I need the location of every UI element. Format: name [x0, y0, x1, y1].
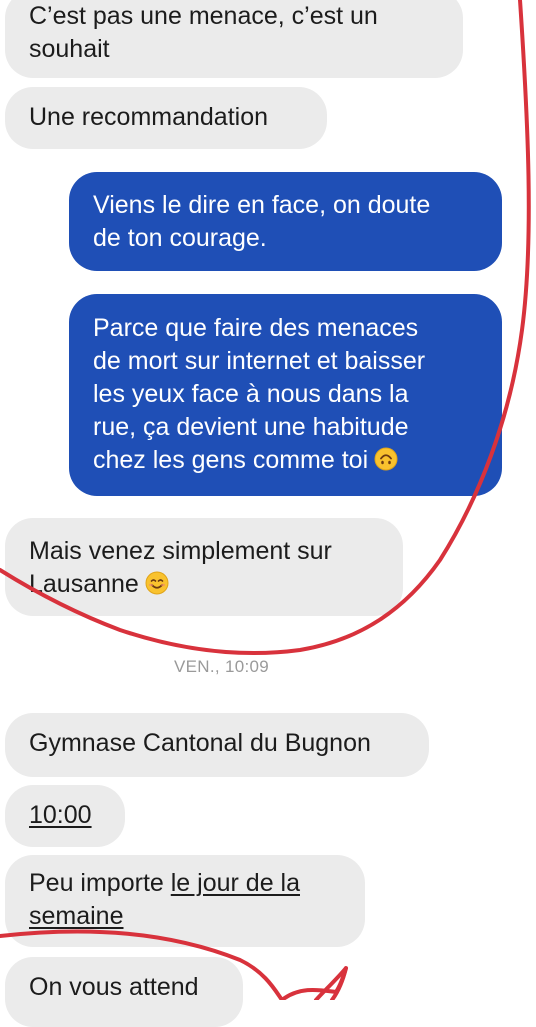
- message-text-line: Viens le dire en face, on doute: [93, 191, 431, 219]
- outgoing-message-bubble[interactable]: Viens le dire en face, on doute de ton c…: [69, 172, 502, 271]
- message-text-line: On vous attend: [29, 973, 199, 1001]
- message-text-line: Mais venez simplement sur: [29, 537, 332, 565]
- incoming-message-bubble[interactable]: Gymnase Cantonal du Bugnon: [5, 713, 429, 777]
- upside-down-face-icon: [374, 447, 398, 480]
- smiling-face-icon: [145, 571, 169, 604]
- message-text-line: Lausanne: [29, 568, 379, 604]
- incoming-message-bubble[interactable]: Peu importe le jour de la semaine: [5, 855, 365, 947]
- message-text-line: de mort sur internet et baisser: [93, 347, 426, 375]
- message-text-line: souhait: [29, 35, 110, 63]
- message-text-line: Peu importe le jour de la: [29, 867, 341, 900]
- message-text-line: chez les gens comme toi: [93, 444, 478, 480]
- incoming-message-bubble[interactable]: On vous attend: [5, 957, 243, 1027]
- message-text-line: les yeux face à nous dans la: [93, 380, 409, 408]
- message-link-text[interactable]: semaine: [29, 902, 124, 930]
- message-text-line: Une recommandation: [29, 103, 269, 131]
- message-text: Lausanne: [29, 570, 139, 598]
- message-text-line: de ton courage.: [93, 224, 267, 252]
- incoming-message-bubble[interactable]: Mais venez simplement sur Lausanne: [5, 518, 403, 616]
- outgoing-message-bubble[interactable]: Parce que faire des menaces de mort sur …: [69, 294, 502, 496]
- message-text: Peu importe: [29, 869, 171, 897]
- incoming-message-bubble[interactable]: C’est pas une menace, c’est un souhait: [5, 0, 463, 78]
- message-text-line: Gymnase Cantonal du Bugnon: [29, 729, 371, 757]
- message-text-line: semaine: [29, 900, 341, 933]
- message-timestamp: VEN., 10:09: [174, 657, 269, 676]
- message-text-line: rue, ça devient une habitude: [93, 413, 409, 441]
- message-link-text[interactable]: le jour de la: [171, 869, 300, 897]
- message-thread: C’est pas une menace, c’est un souhait U…: [0, 0, 536, 1027]
- incoming-message-bubble[interactable]: Une recommandation: [5, 87, 327, 149]
- message-text-line: Parce que faire des menaces: [93, 314, 419, 342]
- message-link-text[interactable]: 10:00: [29, 799, 101, 832]
- incoming-message-bubble[interactable]: 10:00: [5, 785, 125, 847]
- message-text: chez les gens comme toi: [93, 446, 369, 474]
- message-text-line: C’est pas une menace, c’est un: [29, 2, 378, 30]
